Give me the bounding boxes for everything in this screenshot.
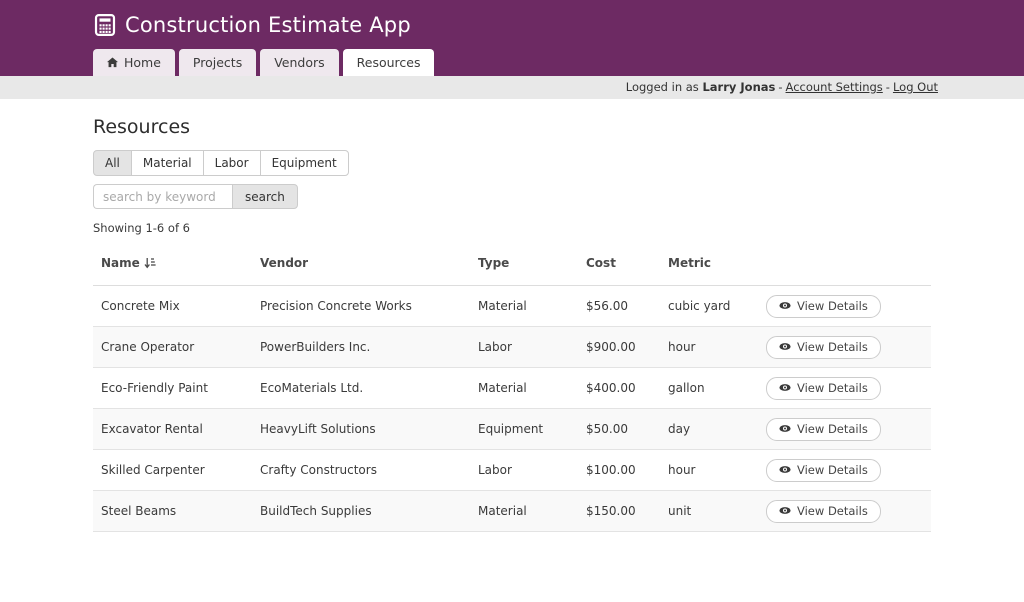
resource-type: Material: [478, 299, 586, 313]
resource-name: Crane Operator: [93, 340, 260, 354]
column-header-metric[interactable]: Metric: [668, 256, 758, 270]
resource-metric: gallon: [668, 381, 758, 395]
filter-all[interactable]: All: [93, 150, 132, 176]
table-row: Crane Operator PowerBuilders Inc. Labor …: [93, 327, 931, 368]
resource-metric: unit: [668, 504, 758, 518]
resource-cost: $400.00: [586, 381, 668, 395]
resource-metric: hour: [668, 340, 758, 354]
eye-icon: [779, 301, 791, 310]
user-bar: Logged in as Larry Jonas-Account Setting…: [0, 76, 1024, 99]
resource-type: Labor: [478, 340, 586, 354]
sort-icon: [144, 257, 156, 269]
table-row: Eco-Friendly Paint EcoMaterials Ltd. Mat…: [93, 368, 931, 409]
eye-icon: [779, 383, 791, 392]
resource-vendor: BuildTech Supplies: [260, 504, 478, 518]
eye-icon: [779, 342, 791, 351]
page-title: Resources: [93, 116, 931, 138]
tab-label: Resources: [357, 55, 421, 70]
resource-name: Concrete Mix: [93, 299, 260, 313]
view-details-button[interactable]: View Details: [766, 459, 881, 482]
main-content: Resources All Material Labor Equipment s…: [93, 116, 931, 532]
resource-vendor: PowerBuilders Inc.: [260, 340, 478, 354]
view-details-label: View Details: [797, 381, 868, 395]
resource-cost: $900.00: [586, 340, 668, 354]
brand: Construction Estimate App: [0, 0, 1024, 37]
view-details-button[interactable]: View Details: [766, 377, 881, 400]
resource-cost: $150.00: [586, 504, 668, 518]
tab-label: Home: [124, 55, 161, 70]
log-out-link[interactable]: Log Out: [893, 80, 938, 94]
eye-icon: [779, 506, 791, 515]
view-details-label: View Details: [797, 422, 868, 436]
filter-equipment[interactable]: Equipment: [260, 150, 349, 176]
tab-vendors[interactable]: Vendors: [260, 49, 338, 76]
results-count: Showing 1-6 of 6: [93, 221, 931, 235]
view-details-label: View Details: [797, 340, 868, 354]
main-nav: Home Projects Vendors Resources: [93, 49, 434, 76]
table-header: Name Vendor Type Cost Metric: [93, 243, 931, 286]
resource-name: Skilled Carpenter: [93, 463, 260, 477]
filter-labor[interactable]: Labor: [203, 150, 261, 176]
filter-material[interactable]: Material: [131, 150, 204, 176]
separator: -: [886, 80, 890, 94]
tab-projects[interactable]: Projects: [179, 49, 256, 76]
resource-type: Material: [478, 504, 586, 518]
eye-icon: [779, 465, 791, 474]
type-filter-group: All Material Labor Equipment: [93, 150, 349, 176]
resource-name: Steel Beams: [93, 504, 260, 518]
resource-cost: $56.00: [586, 299, 668, 313]
table-row: Skilled Carpenter Crafty Constructors La…: [93, 450, 931, 491]
search-button[interactable]: search: [232, 184, 298, 209]
resource-metric: cubic yard: [668, 299, 758, 313]
resources-table: Name Vendor Type Cost Metric Concrete Mi: [93, 243, 931, 532]
resource-vendor: Precision Concrete Works: [260, 299, 478, 313]
resource-vendor: Crafty Constructors: [260, 463, 478, 477]
resource-type: Equipment: [478, 422, 586, 436]
tab-home[interactable]: Home: [93, 49, 175, 76]
search-input[interactable]: [93, 184, 232, 209]
resource-cost: $100.00: [586, 463, 668, 477]
column-header-vendor[interactable]: Vendor: [260, 256, 478, 270]
view-details-button[interactable]: View Details: [766, 500, 881, 523]
column-header-cost[interactable]: Cost: [586, 256, 668, 270]
tab-resources[interactable]: Resources: [343, 49, 435, 76]
resource-type: Material: [478, 381, 586, 395]
table-row: Steel Beams BuildTech Supplies Material …: [93, 491, 931, 532]
column-header-name[interactable]: Name: [93, 256, 260, 270]
app-header: Construction Estimate App Home Projects …: [0, 0, 1024, 76]
app-title: Construction Estimate App: [125, 13, 411, 37]
view-details-button[interactable]: View Details: [766, 418, 881, 441]
resource-name: Eco-Friendly Paint: [93, 381, 260, 395]
table-body: Concrete Mix Precision Concrete Works Ma…: [93, 286, 931, 532]
view-details-label: View Details: [797, 299, 868, 313]
view-details-button[interactable]: View Details: [766, 295, 881, 318]
eye-icon: [779, 424, 791, 433]
calculator-icon: [94, 14, 116, 36]
tab-label: Projects: [193, 55, 242, 70]
view-details-button[interactable]: View Details: [766, 336, 881, 359]
resource-name: Excavator Rental: [93, 422, 260, 436]
resource-metric: hour: [668, 463, 758, 477]
column-header-type[interactable]: Type: [478, 256, 586, 270]
resource-type: Labor: [478, 463, 586, 477]
resource-vendor: HeavyLift Solutions: [260, 422, 478, 436]
account-settings-link[interactable]: Account Settings: [786, 80, 883, 94]
home-icon: [107, 57, 118, 68]
logged-in-text: Logged in as: [626, 80, 699, 94]
resource-vendor: EcoMaterials Ltd.: [260, 381, 478, 395]
tab-label: Vendors: [274, 55, 324, 70]
table-row: Excavator Rental HeavyLift Solutions Equ…: [93, 409, 931, 450]
view-details-label: View Details: [797, 504, 868, 518]
user-name: Larry Jonas: [702, 80, 775, 94]
resource-cost: $50.00: [586, 422, 668, 436]
separator: -: [778, 80, 782, 94]
search-row: search: [93, 184, 931, 209]
table-row: Concrete Mix Precision Concrete Works Ma…: [93, 286, 931, 327]
view-details-label: View Details: [797, 463, 868, 477]
resource-metric: day: [668, 422, 758, 436]
